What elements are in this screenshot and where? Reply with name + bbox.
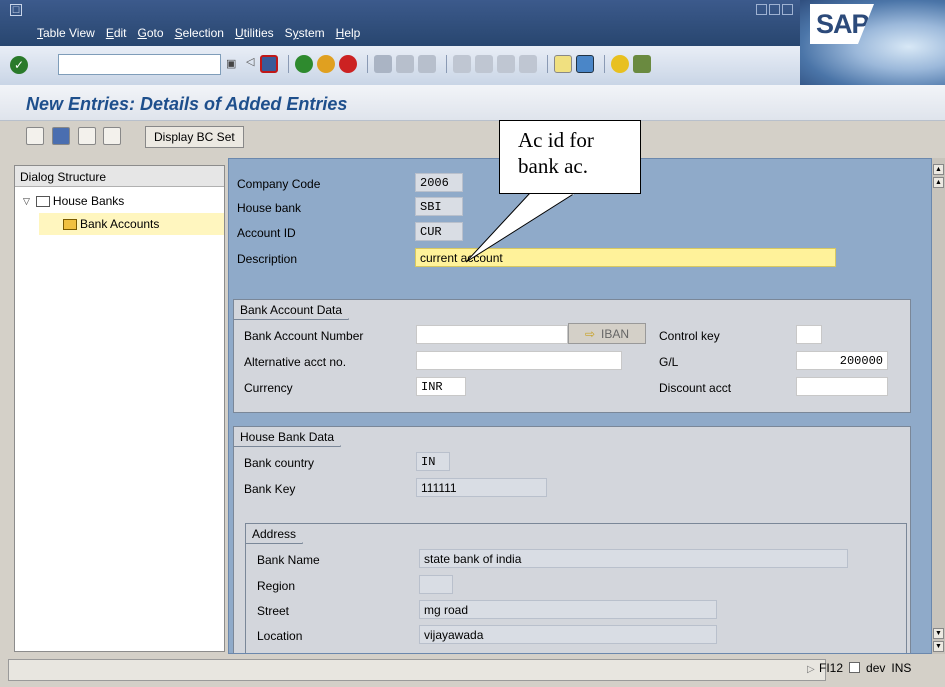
scroll-up-page-icon[interactable]: ▲ [933,177,944,188]
status-fields: FI12 dev INS [819,661,911,675]
system-info-icon[interactable] [849,662,861,673]
scroll-down-icon[interactable]: ▼ [933,641,944,652]
vertical-scrollbar[interactable]: ▲ ▲ ▼ ▼ [932,158,945,654]
input-mode: INS [891,661,912,675]
scroll-up-icon[interactable]: ▲ [933,164,944,175]
transaction-code: FI12 [819,661,844,675]
callout-line-1: Ac id for [518,128,594,152]
system-id: dev [866,661,886,675]
callout-box: Ac id for bank ac. [499,120,641,194]
status-expand-icon[interactable]: ▷ [807,664,815,675]
scroll-down-page-icon[interactable]: ▼ [933,628,944,639]
status-message-area [8,659,826,681]
callout-pointer [465,191,577,263]
callout-line-2: bank ac. [518,154,588,178]
status-bar: ▷ FI12 dev INS [0,655,945,687]
